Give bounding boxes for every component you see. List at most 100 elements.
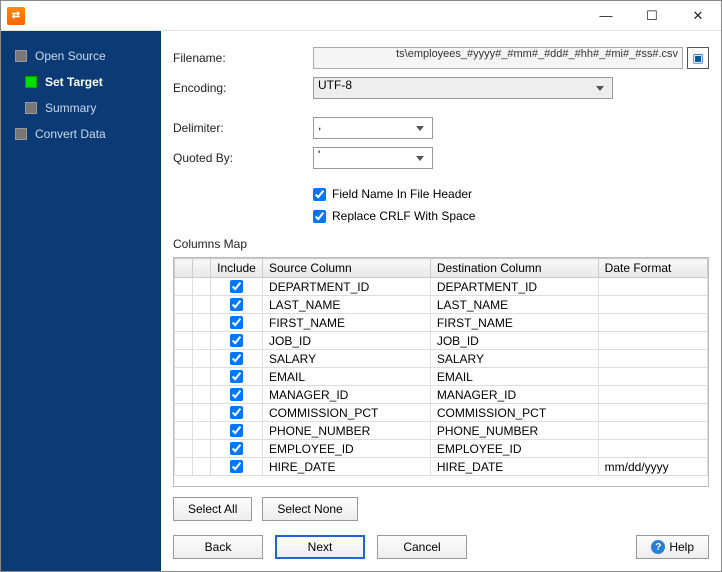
date-format-cell[interactable]: [598, 386, 707, 404]
col-header-blank2[interactable]: [193, 259, 211, 278]
include-checkbox[interactable]: [230, 388, 243, 401]
browse-button[interactable]: ▣: [687, 47, 709, 69]
destination-cell[interactable]: EMPLOYEE_ID: [430, 440, 598, 458]
sidebar-item-set-target[interactable]: Set Target: [1, 69, 161, 95]
col-header-date-format[interactable]: Date Format: [598, 259, 707, 278]
table-row[interactable]: COMMISSION_PCTCOMMISSION_PCT: [175, 404, 708, 422]
sidebar-item-convert-data[interactable]: Convert Data: [1, 121, 161, 147]
include-checkbox[interactable]: [230, 280, 243, 293]
destination-cell[interactable]: PHONE_NUMBER: [430, 422, 598, 440]
row-marker[interactable]: [175, 404, 193, 422]
table-row[interactable]: JOB_IDJOB_ID: [175, 332, 708, 350]
destination-cell[interactable]: SALARY: [430, 350, 598, 368]
include-checkbox[interactable]: [230, 370, 243, 383]
row-marker[interactable]: [175, 458, 193, 476]
row-marker2[interactable]: [193, 314, 211, 332]
destination-cell[interactable]: DEPARTMENT_ID: [430, 278, 598, 296]
date-format-cell[interactable]: [598, 440, 707, 458]
row-marker[interactable]: [175, 386, 193, 404]
include-checkbox[interactable]: [230, 424, 243, 437]
source-cell[interactable]: JOB_ID: [263, 332, 431, 350]
row-marker2[interactable]: [193, 386, 211, 404]
row-marker2[interactable]: [193, 404, 211, 422]
row-marker2[interactable]: [193, 350, 211, 368]
row-marker2[interactable]: [193, 458, 211, 476]
next-button[interactable]: Next: [275, 535, 365, 559]
select-all-button[interactable]: Select All: [173, 497, 252, 521]
source-cell[interactable]: LAST_NAME: [263, 296, 431, 314]
table-row[interactable]: LAST_NAMELAST_NAME: [175, 296, 708, 314]
row-marker2[interactable]: [193, 422, 211, 440]
include-checkbox[interactable]: [230, 298, 243, 311]
sidebar-item-open-source[interactable]: Open Source: [1, 43, 161, 69]
destination-cell[interactable]: HIRE_DATE: [430, 458, 598, 476]
destination-cell[interactable]: JOB_ID: [430, 332, 598, 350]
date-format-cell[interactable]: mm/dd/yyyy: [598, 458, 707, 476]
field-name-header-checkbox[interactable]: [313, 188, 326, 201]
date-format-cell[interactable]: [598, 296, 707, 314]
date-format-cell[interactable]: [598, 332, 707, 350]
table-row[interactable]: SALARYSALARY: [175, 350, 708, 368]
replace-crlf-checkbox[interactable]: [313, 210, 326, 223]
encoding-select[interactable]: UTF-8: [313, 77, 613, 99]
source-cell[interactable]: FIRST_NAME: [263, 314, 431, 332]
source-cell[interactable]: PHONE_NUMBER: [263, 422, 431, 440]
source-cell[interactable]: HIRE_DATE: [263, 458, 431, 476]
row-marker[interactable]: [175, 296, 193, 314]
source-cell[interactable]: MANAGER_ID: [263, 386, 431, 404]
sidebar-item-summary[interactable]: Summary: [1, 95, 161, 121]
include-checkbox[interactable]: [230, 442, 243, 455]
delimiter-select[interactable]: ,: [313, 117, 433, 139]
row-marker[interactable]: [175, 332, 193, 350]
destination-cell[interactable]: MANAGER_ID: [430, 386, 598, 404]
row-marker[interactable]: [175, 440, 193, 458]
back-button[interactable]: Back: [173, 535, 263, 559]
date-format-cell[interactable]: [598, 314, 707, 332]
row-marker2[interactable]: [193, 278, 211, 296]
row-marker[interactable]: [175, 422, 193, 440]
col-header-destination[interactable]: Destination Column: [430, 259, 598, 278]
destination-cell[interactable]: LAST_NAME: [430, 296, 598, 314]
table-row[interactable]: DEPARTMENT_IDDEPARTMENT_ID: [175, 278, 708, 296]
include-checkbox[interactable]: [230, 316, 243, 329]
date-format-cell[interactable]: [598, 404, 707, 422]
col-header-blank1[interactable]: [175, 259, 193, 278]
row-marker[interactable]: [175, 350, 193, 368]
source-cell[interactable]: EMAIL: [263, 368, 431, 386]
col-header-include[interactable]: Include: [211, 259, 263, 278]
include-checkbox[interactable]: [230, 352, 243, 365]
row-marker2[interactable]: [193, 440, 211, 458]
close-button[interactable]: ✕: [675, 1, 721, 31]
cancel-button[interactable]: Cancel: [377, 535, 467, 559]
table-row[interactable]: PHONE_NUMBERPHONE_NUMBER: [175, 422, 708, 440]
row-marker[interactable]: [175, 368, 193, 386]
quoted-by-select[interactable]: ': [313, 147, 433, 169]
table-row[interactable]: MANAGER_IDMANAGER_ID: [175, 386, 708, 404]
col-header-source[interactable]: Source Column: [263, 259, 431, 278]
date-format-cell[interactable]: [598, 350, 707, 368]
row-marker2[interactable]: [193, 368, 211, 386]
date-format-cell[interactable]: [598, 422, 707, 440]
date-format-cell[interactable]: [598, 368, 707, 386]
source-cell[interactable]: SALARY: [263, 350, 431, 368]
source-cell[interactable]: EMPLOYEE_ID: [263, 440, 431, 458]
destination-cell[interactable]: COMMISSION_PCT: [430, 404, 598, 422]
maximize-button[interactable]: ☐: [629, 1, 675, 31]
row-marker[interactable]: [175, 278, 193, 296]
select-none-button[interactable]: Select None: [262, 497, 357, 521]
include-checkbox[interactable]: [230, 406, 243, 419]
filename-input[interactable]: ts\employees_#yyyy#_#mm#_#dd#_#hh#_#mi#_…: [313, 47, 683, 69]
row-marker2[interactable]: [193, 332, 211, 350]
table-row[interactable]: EMPLOYEE_IDEMPLOYEE_ID: [175, 440, 708, 458]
row-marker2[interactable]: [193, 296, 211, 314]
source-cell[interactable]: DEPARTMENT_ID: [263, 278, 431, 296]
include-checkbox[interactable]: [230, 334, 243, 347]
destination-cell[interactable]: FIRST_NAME: [430, 314, 598, 332]
date-format-cell[interactable]: [598, 278, 707, 296]
table-row[interactable]: FIRST_NAMEFIRST_NAME: [175, 314, 708, 332]
help-button[interactable]: ? Help: [636, 535, 709, 559]
destination-cell[interactable]: EMAIL: [430, 368, 598, 386]
table-row[interactable]: EMAILEMAIL: [175, 368, 708, 386]
row-marker[interactable]: [175, 314, 193, 332]
minimize-button[interactable]: —: [583, 1, 629, 31]
